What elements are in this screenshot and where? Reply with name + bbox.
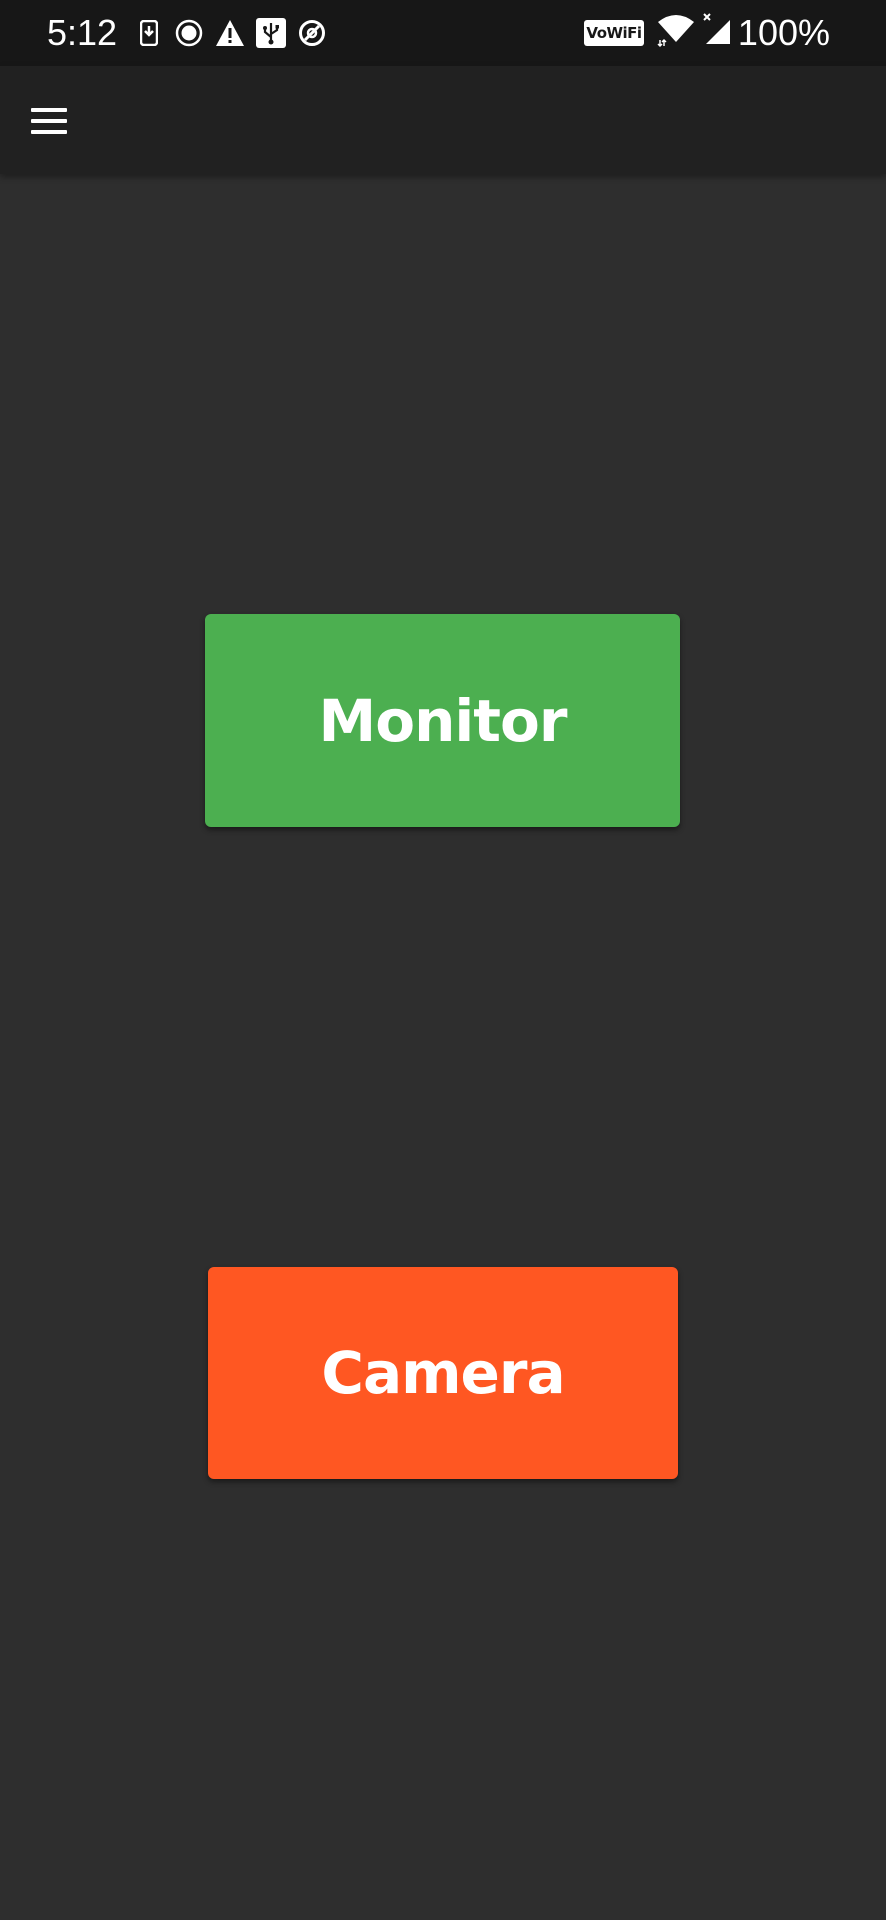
hamburger-menu-icon[interactable] — [22, 94, 76, 148]
data-saver-icon — [297, 18, 327, 48]
record-icon — [175, 18, 203, 48]
monitor-button[interactable]: Monitor — [205, 614, 680, 827]
app-bar — [0, 66, 886, 174]
menu-line — [31, 108, 67, 112]
status-time: 5:12 — [47, 12, 118, 53]
warning-icon — [215, 18, 245, 48]
menu-line — [31, 119, 67, 123]
battery-percent: 100% — [737, 12, 830, 53]
download-icon — [139, 18, 159, 48]
signal-icon — [700, 13, 732, 44]
monitor-button-label: Monitor — [318, 686, 568, 755]
status-bar: 5:12 VoWiFi 100% — [0, 0, 886, 66]
wifi-icon — [656, 15, 696, 48]
menu-line — [31, 130, 67, 134]
camera-button[interactable]: Camera — [208, 1267, 678, 1479]
camera-button-label: Camera — [321, 1339, 565, 1407]
vowifi-badge: VoWiFi — [584, 20, 644, 46]
usb-icon — [256, 18, 286, 48]
